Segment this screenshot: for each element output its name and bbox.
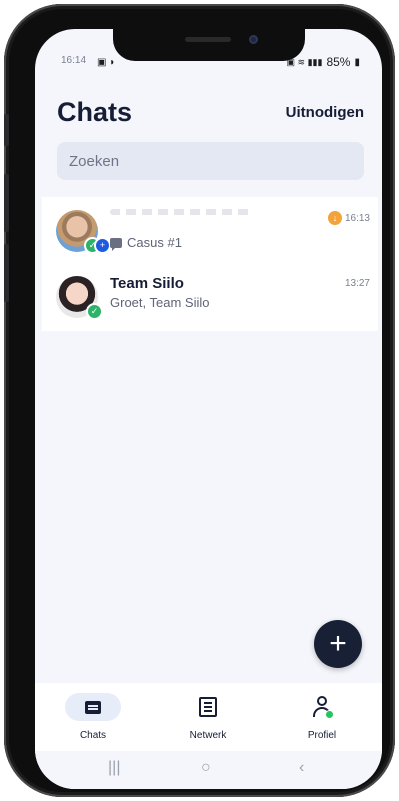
tab-netwerk[interactable]: Netwerk bbox=[158, 683, 258, 751]
tab-label: Profiel bbox=[307, 730, 337, 741]
chat-name: Team Siilo bbox=[110, 275, 184, 292]
battery-percent: 85% bbox=[326, 55, 351, 69]
tab-label: Netwerk bbox=[189, 730, 227, 741]
chat-preview: Casus #1 bbox=[110, 235, 182, 251]
mute-switch bbox=[4, 114, 9, 146]
chat-preview: Groet, Team Siilo bbox=[110, 295, 209, 310]
plus-icon: + bbox=[329, 627, 347, 660]
user-icon bbox=[312, 696, 334, 719]
volume-down-button bbox=[4, 244, 9, 302]
battery-icon: ▮ bbox=[354, 56, 360, 68]
chat-icon bbox=[85, 700, 101, 714]
download-icon: ↓ bbox=[328, 211, 342, 225]
home-icon[interactable]: ○ bbox=[201, 759, 211, 777]
plus-badge-icon: + bbox=[94, 237, 111, 254]
chat-tab-indicator bbox=[65, 693, 121, 721]
chat-preview-text: Casus #1 bbox=[127, 235, 182, 250]
back-icon[interactable]: ‹ bbox=[299, 759, 304, 777]
gallery-notification-icon: ▣ ◗ bbox=[97, 57, 116, 68]
search-input[interactable] bbox=[57, 142, 364, 180]
chat-list: ✓ + Casus #1 ↓ 16:13 ✓ Team Siilo Groet,… bbox=[42, 197, 378, 331]
check-badge-icon: ✓ bbox=[86, 303, 103, 320]
recents-icon[interactable]: ||| bbox=[108, 759, 120, 777]
app-screen: 16:14 ▣ ◗ ▣ ≋ ▮▮▮ 85% ▮ Chats Uitnodigen… bbox=[35, 29, 382, 789]
page-title: Chats bbox=[57, 97, 133, 127]
camera bbox=[249, 35, 258, 44]
chat-time: 16:13 bbox=[344, 213, 370, 224]
status-right: ▣ ≋ ▮▮▮ 85% ▮ bbox=[287, 55, 360, 69]
tab-label: Chats bbox=[79, 730, 107, 741]
bottom-nav: Chats Netwerk Profiel bbox=[35, 683, 382, 751]
signal-icon: ▣ ≋ ▮▮▮ bbox=[286, 56, 323, 67]
chat-preview-text: Groet, Team Siilo bbox=[110, 295, 210, 310]
chat-name-obscured bbox=[110, 209, 250, 215]
volume-up-button bbox=[4, 174, 9, 232]
tab-profiel[interactable]: Profiel bbox=[272, 683, 372, 751]
speaker bbox=[185, 37, 231, 42]
chat-row-casus[interactable]: ✓ + Casus #1 ↓ 16:13 bbox=[42, 197, 378, 257]
new-chat-fab[interactable]: + bbox=[314, 620, 362, 668]
chat-row-team-siilo[interactable]: ✓ Team Siilo Groet, Team Siilo 13:27 bbox=[42, 263, 378, 323]
status-bar: 16:14 ▣ ◗ ▣ ≋ ▮▮▮ 85% ▮ bbox=[35, 55, 382, 73]
system-nav-bar: ||| ○ ‹ bbox=[35, 751, 382, 789]
chat-time: 13:27 bbox=[344, 278, 370, 289]
phone-frame: 16:14 ▣ ◗ ▣ ≋ ▮▮▮ 85% ▮ Chats Uitnodigen… bbox=[4, 4, 395, 797]
newspaper-icon bbox=[199, 697, 217, 717]
message-icon bbox=[110, 237, 122, 251]
tab-chats[interactable]: Chats bbox=[43, 683, 143, 751]
invite-button[interactable]: Uitnodigen bbox=[286, 104, 364, 121]
online-status-dot bbox=[325, 710, 334, 719]
